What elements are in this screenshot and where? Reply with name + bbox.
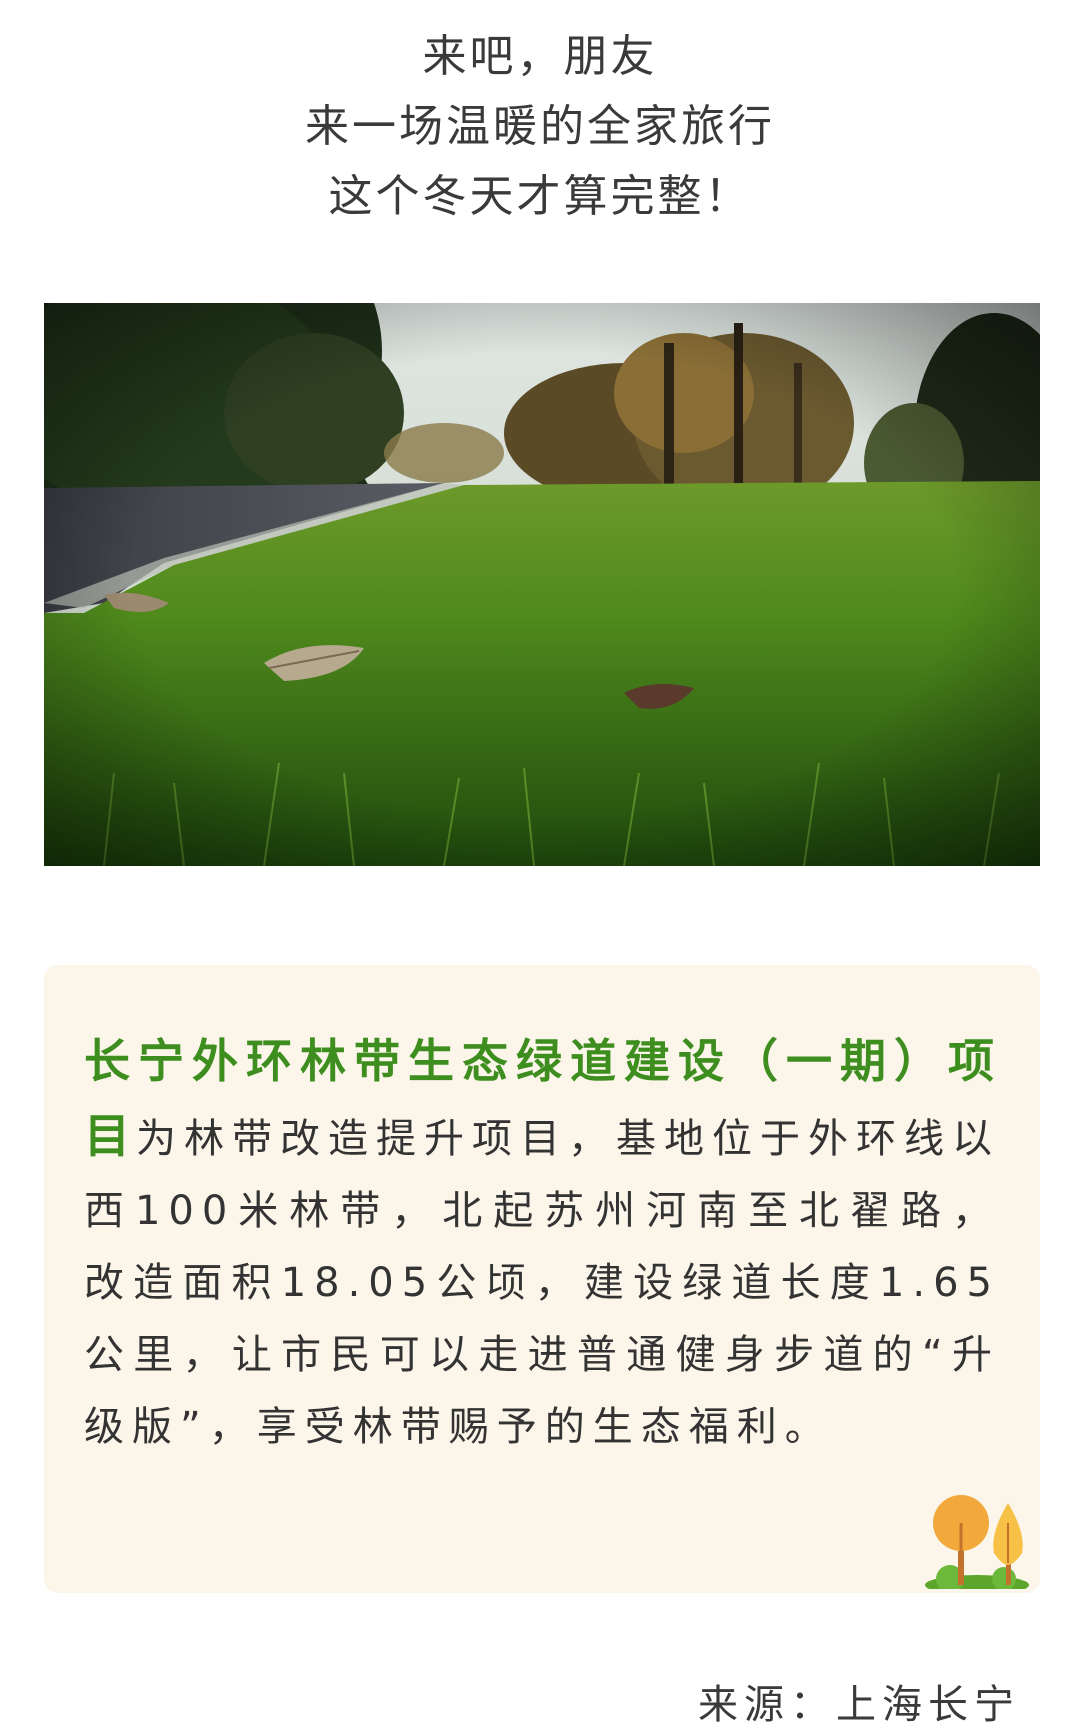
trees-icon	[925, 1495, 1029, 1589]
info-card: 长宁外环林带生态绿道建设（一期）项目为林带改造提升项目，基地位于外环线以西100…	[44, 965, 1040, 1593]
card-paragraph: 长宁外环林带生态绿道建设（一期）项目为林带改造提升项目，基地位于外环线以西100…	[84, 1025, 1000, 1463]
intro-text: 来吧，朋友 来一场温暖的全家旅行 这个冬天才算完整！	[0, 22, 1080, 232]
intro-line-3: 这个冬天才算完整！	[328, 171, 752, 222]
intro-line-2: 来一场温暖的全家旅行	[305, 101, 775, 152]
grass-path-photo	[44, 303, 1040, 866]
intro-line-1: 来吧，朋友	[422, 31, 658, 82]
source-credit: 来源：上海长宁	[698, 1682, 1020, 1728]
project-description: 为林带改造提升项目，基地位于外环线以西100米林带，北起苏州河南至北翟路，改造面…	[84, 1116, 1000, 1450]
